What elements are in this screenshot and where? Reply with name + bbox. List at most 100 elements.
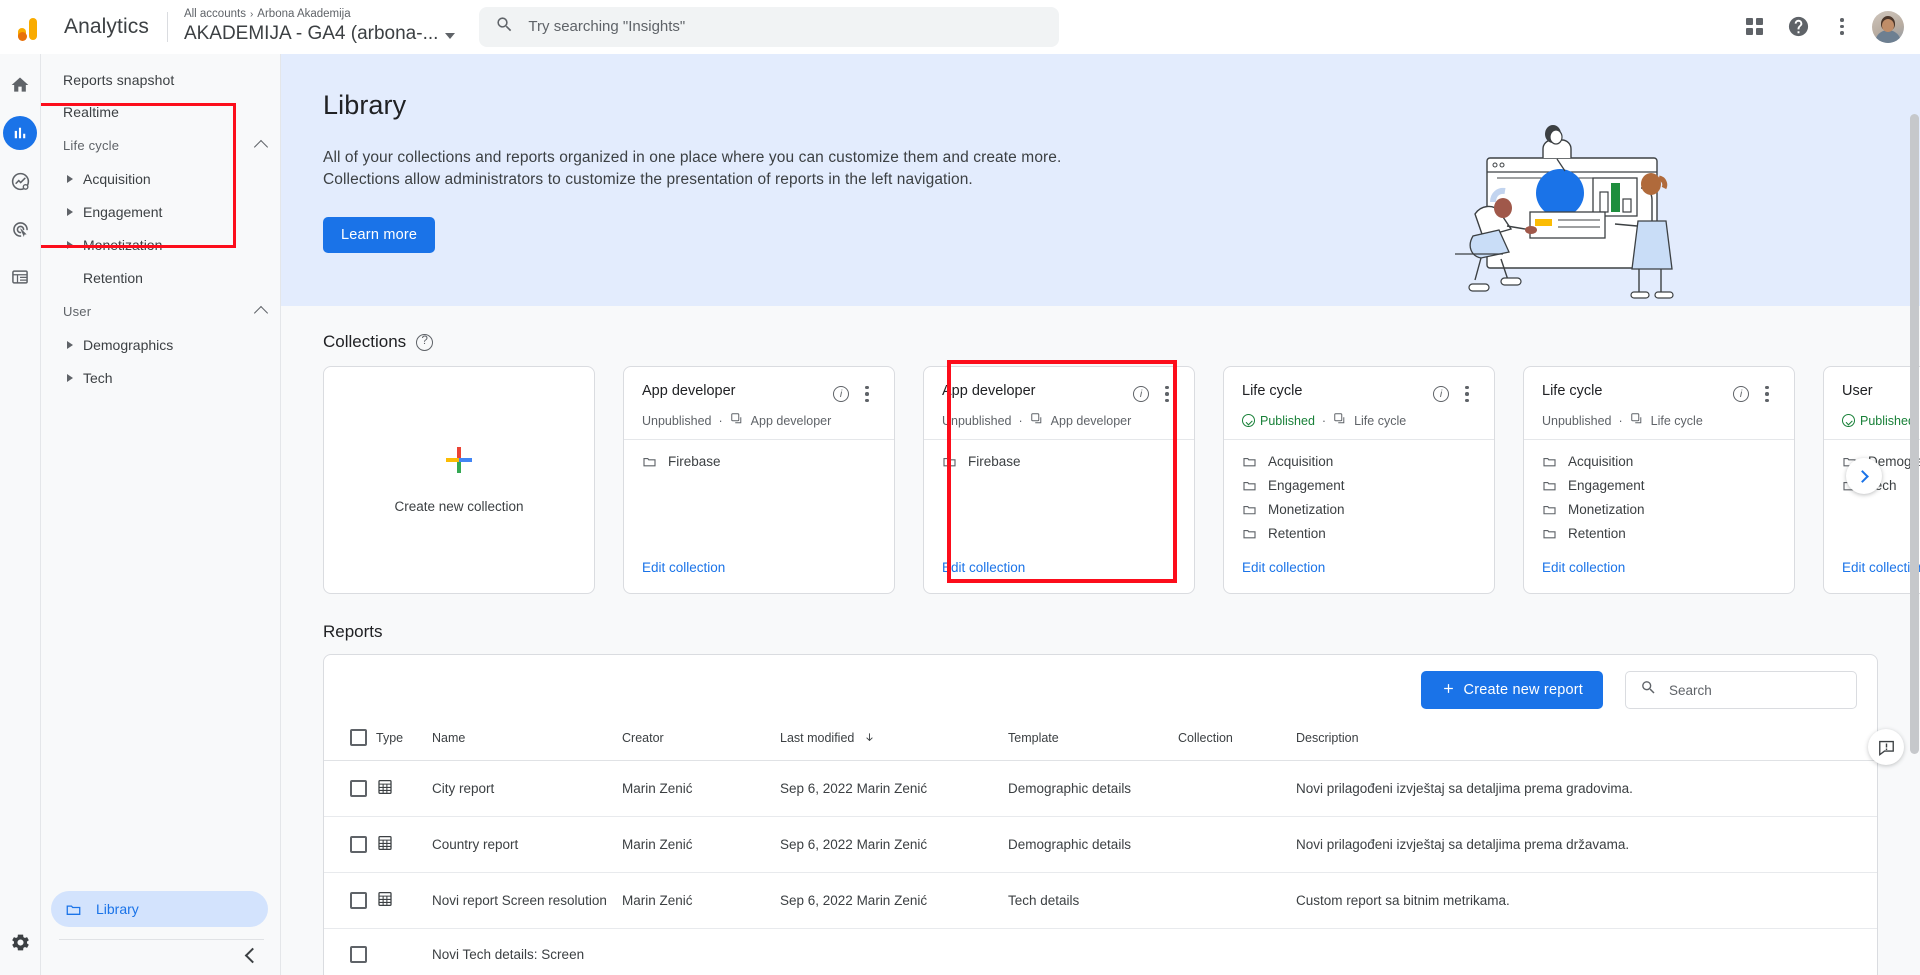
column-header-collection[interactable]: Collection	[1178, 725, 1296, 761]
row-name[interactable]: Novi Tech details: Screen	[432, 928, 622, 975]
account-selector[interactable]: All accounts › Arbona Akademija AKADEMIJA …	[184, 7, 456, 46]
sidebar-group-life-cycle[interactable]: Life cycle	[41, 128, 280, 162]
more-vert-icon[interactable]	[1156, 383, 1178, 405]
edit-collection-link[interactable]: Edit collection	[1242, 560, 1325, 575]
create-new-collection-label: Create new collection	[394, 498, 524, 514]
chevron-up-icon[interactable]	[253, 139, 269, 155]
library-hero: Library All of your collections and repo…	[281, 54, 1920, 306]
sidebar-item-label: Retention	[83, 269, 143, 286]
collection-status: Unpublished	[942, 413, 1012, 428]
learn-more-button[interactable]: Learn more	[323, 217, 436, 253]
collection-folder[interactable]: Acquisition	[1242, 452, 1478, 470]
row-checkbox[interactable]	[350, 892, 367, 909]
collection-folder[interactable]: Retention	[1242, 524, 1478, 542]
row-type-icon	[376, 872, 432, 929]
search-input[interactable]	[528, 18, 1044, 35]
row-checkbox[interactable]	[350, 946, 367, 963]
edit-collection-link[interactable]: Edit collection	[1842, 560, 1920, 575]
collection-folder[interactable]: Firebase	[942, 452, 1178, 470]
column-header-description[interactable]: Description	[1296, 725, 1877, 761]
table-row[interactable]: City report Marin Zenić Sep 6, 2022 Mari…	[324, 760, 1877, 817]
column-header-creator[interactable]: Creator	[622, 725, 780, 761]
sidebar-item-library[interactable]: Library	[51, 891, 268, 927]
template-icon	[1030, 412, 1044, 429]
column-header-last-modified[interactable]: Last modified	[780, 725, 1008, 761]
folder-label: Monetization	[1568, 501, 1645, 517]
row-name[interactable]: Country report	[432, 816, 622, 873]
rail-item-configure[interactable]	[3, 260, 37, 294]
sidebar-item-retention[interactable]: Retention	[41, 261, 280, 294]
collections-header: Collections ?	[281, 306, 1920, 352]
info-icon[interactable]: i	[1430, 383, 1452, 405]
feedback-icon[interactable]	[1868, 729, 1904, 765]
edit-collection-link[interactable]: Edit collection	[642, 560, 725, 575]
sidebar-item-acquisition[interactable]: Acquisition	[41, 162, 280, 195]
more-vert-icon[interactable]	[1456, 383, 1478, 405]
status-badge-published: Published	[1842, 414, 1915, 428]
folder-icon	[1243, 481, 1256, 490]
collection-card-highlighted[interactable]: Life cycle i Published · Life cycle Acqu…	[1223, 366, 1495, 594]
rail-item-home[interactable]	[3, 68, 37, 102]
more-vert-icon[interactable]	[1822, 7, 1862, 47]
row-name[interactable]: Novi report Screen resolution	[432, 872, 622, 929]
create-new-report-button[interactable]: Create new report	[1420, 671, 1603, 709]
sidebar-item-monetization[interactable]: Monetization	[41, 228, 280, 261]
collection-folder[interactable]: Engagement	[1542, 476, 1778, 494]
page-scrollbar[interactable]	[1910, 114, 1919, 754]
collection-folder[interactable]: Retention	[1542, 524, 1778, 542]
rail-item-reports[interactable]	[3, 116, 37, 150]
user-avatar[interactable]	[1872, 10, 1904, 43]
more-vert-icon[interactable]	[856, 383, 878, 405]
rail-item-advertising[interactable]	[3, 212, 37, 246]
row-checkbox[interactable]	[350, 780, 367, 797]
sidebar-item-engagement[interactable]: Engagement	[41, 195, 280, 228]
settings-gear-icon[interactable]	[3, 925, 37, 959]
collection-folder[interactable]: Firebase	[642, 452, 878, 470]
collection-folder[interactable]: Monetization	[1242, 500, 1478, 518]
row-last-modified: Sep 6, 2022 Marin Zenić	[780, 872, 1008, 929]
row-template	[1008, 928, 1178, 975]
collection-card[interactable]: Life cycle i Unpublished · Life cycle Ac…	[1523, 366, 1795, 594]
sidebar-item-realtime[interactable]: Realtime	[41, 96, 268, 128]
sidebar-group-user[interactable]: User	[41, 294, 280, 328]
column-header-type[interactable]: Type	[376, 725, 432, 761]
table-row[interactable]: Novi Tech details: Screen	[324, 928, 1877, 975]
column-header-template[interactable]: Template	[1008, 725, 1178, 761]
chevron-down-icon[interactable]	[445, 32, 456, 39]
help-circle-icon[interactable]: ?	[416, 333, 434, 351]
carousel-next-icon[interactable]	[1846, 458, 1882, 494]
more-vert-icon[interactable]	[1756, 383, 1778, 405]
sidebar-item-demographics[interactable]: Demographics	[41, 328, 280, 361]
sidebar-item-reports-snapshot[interactable]: Reports snapshot	[41, 64, 268, 96]
sidebar-item-tech[interactable]: Tech	[41, 361, 280, 394]
row-name[interactable]: City report	[432, 760, 622, 817]
folder-label: Firebase	[968, 453, 1021, 469]
chevron-up-icon[interactable]	[253, 305, 269, 321]
create-new-collection-card[interactable]: Create new collection	[323, 366, 595, 594]
collection-card[interactable]: App developer i Unpublished · App develo…	[923, 366, 1195, 594]
rail-item-explore[interactable]	[3, 164, 37, 198]
help-icon[interactable]	[1778, 7, 1818, 47]
select-all-checkbox[interactable]	[350, 729, 367, 746]
collection-folder[interactable]: Engagement	[1242, 476, 1478, 494]
row-checkbox[interactable]	[350, 836, 367, 853]
row-template: Tech details	[1008, 872, 1178, 929]
apps-grid-icon[interactable]	[1734, 7, 1774, 47]
column-header-name[interactable]: Name	[432, 725, 622, 761]
collection-status: Published	[1260, 413, 1315, 428]
collapse-chevron-left-icon[interactable]	[244, 947, 261, 964]
edit-collection-link[interactable]: Edit collection	[1542, 560, 1625, 575]
collection-folder[interactable]: Monetization	[1542, 500, 1778, 518]
reports-search-input[interactable]	[1669, 682, 1842, 698]
edit-collection-link[interactable]: Edit collection	[942, 560, 1025, 575]
info-icon[interactable]: i	[1130, 383, 1152, 405]
brand-name: Analytics	[64, 14, 149, 38]
table-row[interactable]: Novi report Screen resolution Marin Zeni…	[324, 872, 1877, 929]
info-icon[interactable]: i	[1730, 383, 1752, 405]
info-icon[interactable]: i	[830, 383, 852, 405]
reports-search[interactable]	[1625, 671, 1857, 709]
global-search[interactable]	[479, 6, 1060, 47]
collection-card[interactable]: App developer i Unpublished · App develo…	[623, 366, 895, 594]
collection-folder[interactable]: Acquisition	[1542, 452, 1778, 470]
table-row[interactable]: Country report Marin Zenić Sep 6, 2022 M…	[324, 816, 1877, 873]
